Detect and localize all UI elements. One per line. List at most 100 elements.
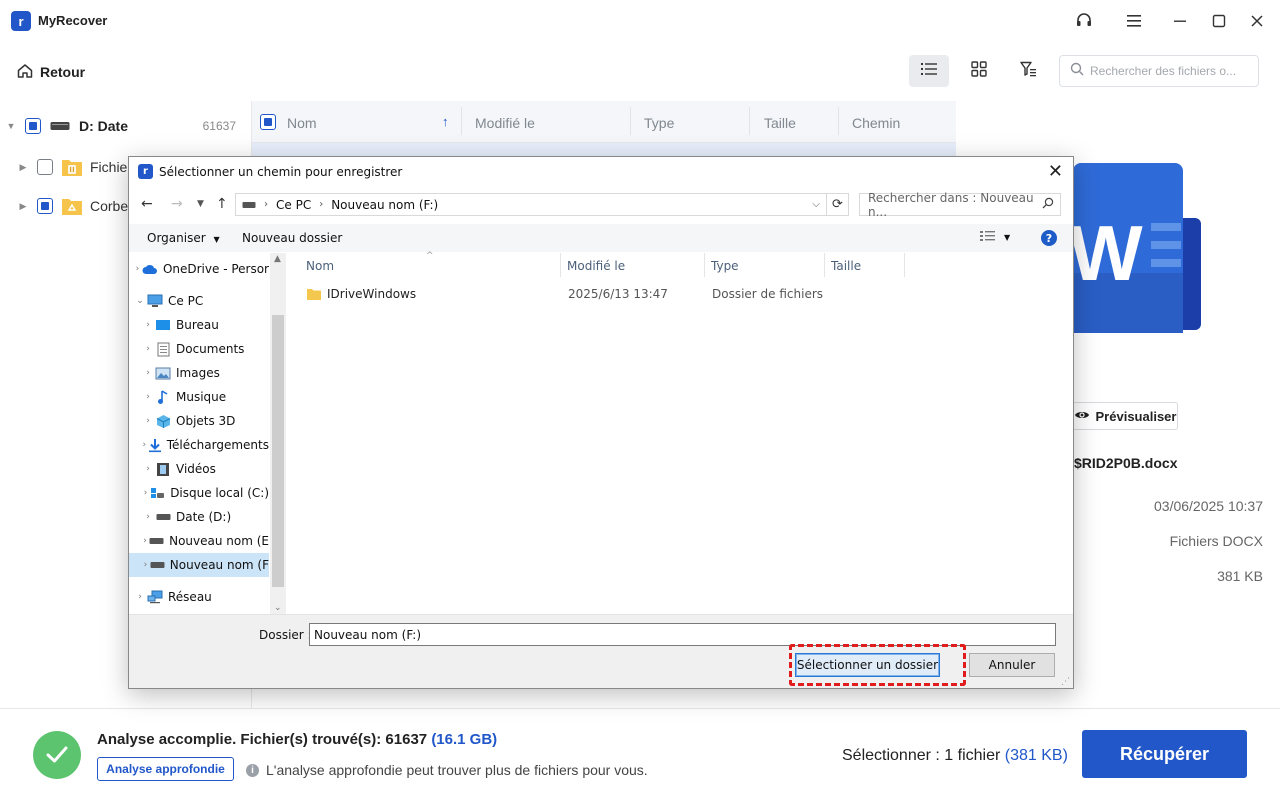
view-dropdown-icon[interactable]: ▼ xyxy=(1004,233,1010,242)
local-disk-icon xyxy=(150,485,165,501)
expand-caret-icon[interactable]: ▼ xyxy=(6,121,16,131)
nav-item-drive-f[interactable]: › Nouveau nom (F xyxy=(129,553,269,577)
sort-arrow-icon[interactable]: ↑ xyxy=(442,114,449,129)
select-folder-button[interactable]: Sélectionner un dossier xyxy=(795,653,940,677)
files-checkbox[interactable] xyxy=(37,159,53,175)
column-size[interactable]: Taille xyxy=(764,115,796,131)
scroll-up-icon[interactable]: ▲ xyxy=(274,254,281,264)
tree-row-drive[interactable]: ▼ D: Date 61637 xyxy=(0,111,250,141)
resize-grip-icon[interactable]: ⋰ xyxy=(1061,677,1070,687)
dialog-close-icon[interactable]: ✕ xyxy=(1048,161,1063,182)
view-options-icon[interactable] xyxy=(979,230,997,245)
column-type[interactable]: Type xyxy=(644,115,674,131)
nav-item-local-disk[interactable]: › Disque local (C:) xyxy=(129,481,269,505)
expand-caret-icon[interactable]: ▶ xyxy=(18,162,28,172)
address-root[interactable]: Ce PC xyxy=(276,198,311,212)
objects3d-icon xyxy=(155,413,171,429)
nav-item-label: OneDrive - Persor xyxy=(162,262,269,276)
recycle-checkbox[interactable] xyxy=(37,198,53,214)
folder-input[interactable]: Nouveau nom (F:) xyxy=(309,623,1056,646)
expand-caret-icon[interactable]: ▶ xyxy=(18,201,28,211)
address-dropdown-icon[interactable]: ⌵ xyxy=(812,199,820,210)
preview-button[interactable]: Prévisualiser xyxy=(1072,402,1178,430)
select-all-checkbox[interactable] xyxy=(260,114,276,130)
dialog-search-box[interactable]: Rechercher dans : Nouveau n... xyxy=(859,191,1061,219)
scan-summary: Analyse accomplie. Fichier(s) trouvé(s):… xyxy=(97,731,497,748)
word-document-icon: W xyxy=(1069,163,1201,333)
nav-item-date-drive[interactable]: › Date (D:) xyxy=(129,505,269,529)
word-letter: W xyxy=(1073,209,1143,297)
column-modified[interactable]: Modifié le xyxy=(475,115,535,131)
recent-dropdown-icon[interactable]: ▼ xyxy=(197,199,204,209)
drive-checkbox[interactable] xyxy=(25,118,41,134)
search-box[interactable] xyxy=(1059,55,1259,87)
nav-item-images[interactable]: › Images xyxy=(129,361,269,385)
close-icon[interactable] xyxy=(1244,8,1270,34)
nav-pane-scrollbar[interactable]: ▲ ⌄ xyxy=(270,253,286,614)
selected-row[interactable] xyxy=(252,143,956,157)
recover-button[interactable]: Récupérer xyxy=(1082,730,1247,778)
column-name[interactable]: Nom xyxy=(287,115,317,131)
scrollbar-thumb[interactable] xyxy=(272,315,284,587)
deep-scan-note-text: L'analyse approfondie peut trouver plus … xyxy=(266,762,648,778)
support-headset-icon[interactable] xyxy=(1071,8,1097,34)
nav-item-this-pc[interactable]: ⌄ Ce PC xyxy=(129,289,269,313)
file-column-modified[interactable]: Modifié le xyxy=(560,253,704,279)
file-column-name[interactable]: Nom xyxy=(286,253,560,279)
help-icon[interactable]: ? xyxy=(1041,230,1057,246)
nav-item-drive-e[interactable]: › Nouveau nom (E xyxy=(129,529,269,553)
music-icon xyxy=(155,389,171,405)
list-view-button[interactable] xyxy=(909,55,949,87)
nav-item-desktop[interactable]: › Bureau xyxy=(129,313,269,337)
download-icon xyxy=(148,437,162,453)
forward-arrow-icon[interactable]: → xyxy=(171,196,183,212)
address-bar[interactable]: › Ce PC › Nouveau nom (F:) ⌵ xyxy=(235,193,827,216)
select-folder-dialog: r Sélectionner un chemin pour enregistre… xyxy=(128,156,1074,689)
grid-view-button[interactable] xyxy=(959,55,999,87)
nav-item-label: Musique xyxy=(176,390,227,404)
column-path[interactable]: Chemin xyxy=(852,115,900,131)
network-icon xyxy=(147,589,163,605)
address-current[interactable]: Nouveau nom (F:) xyxy=(331,198,438,212)
folder-icon xyxy=(306,287,322,301)
drive-label: D: Date xyxy=(79,118,129,134)
deep-scan-button[interactable]: Analyse approfondie xyxy=(97,757,234,781)
recycle-folder-icon xyxy=(61,196,83,216)
filter-button[interactable] xyxy=(1008,55,1048,87)
nav-item-label: Bureau xyxy=(176,318,219,332)
nav-item-downloads[interactable]: › Téléchargements xyxy=(129,433,269,457)
menu-icon[interactable] xyxy=(1121,8,1147,34)
nav-item-3d-objects[interactable]: › Objets 3D xyxy=(129,409,269,433)
search-input[interactable] xyxy=(1090,64,1250,78)
desktop-icon xyxy=(155,317,171,333)
app-logo-icon: r xyxy=(11,11,31,31)
scroll-down-icon[interactable]: ⌄ xyxy=(274,603,282,613)
nav-item-network[interactable]: › Réseau xyxy=(129,585,269,609)
tree-item-label: Corbei xyxy=(90,198,132,214)
nav-item-documents[interactable]: › Documents xyxy=(129,337,269,361)
nav-item-music[interactable]: › Musique xyxy=(129,385,269,409)
minimize-icon[interactable] xyxy=(1167,8,1193,34)
file-row[interactable]: IDriveWindows 2025/6/13 13:47 Dossier de… xyxy=(306,283,826,305)
maximize-icon[interactable] xyxy=(1206,8,1232,34)
file-column-size[interactable]: Taille xyxy=(824,253,904,279)
organize-menu[interactable]: Organiser ▼ xyxy=(147,231,220,245)
refresh-button[interactable]: ⟳ xyxy=(827,193,849,216)
nav-item-label: Réseau xyxy=(168,590,212,604)
dialog-command-bar: Organiser ▼ Nouveau dossier ▼ ? xyxy=(129,224,1073,252)
file-column-type[interactable]: Type xyxy=(704,253,824,279)
new-folder-button[interactable]: Nouveau dossier xyxy=(242,231,342,245)
up-arrow-icon[interactable]: ↑ xyxy=(216,196,228,212)
app-titlebar: r MyRecover xyxy=(0,0,1280,42)
cloud-icon xyxy=(142,261,158,277)
nav-item-onedrive[interactable]: › OneDrive - Persor xyxy=(129,257,269,281)
nav-item-label: Documents xyxy=(176,342,245,356)
nav-item-videos[interactable]: › Vidéos xyxy=(129,457,269,481)
back-button[interactable]: Retour xyxy=(16,60,85,84)
deep-scan-note: i L'analyse approfondie peut trouver plu… xyxy=(246,762,648,778)
file-name: IDriveWindows xyxy=(327,287,417,301)
back-arrow-icon[interactable]: ← xyxy=(141,196,153,212)
cancel-button[interactable]: Annuler xyxy=(969,653,1055,677)
preview-date: 03/06/2025 10:37 xyxy=(1154,498,1263,514)
nav-item-label: Images xyxy=(176,366,220,380)
